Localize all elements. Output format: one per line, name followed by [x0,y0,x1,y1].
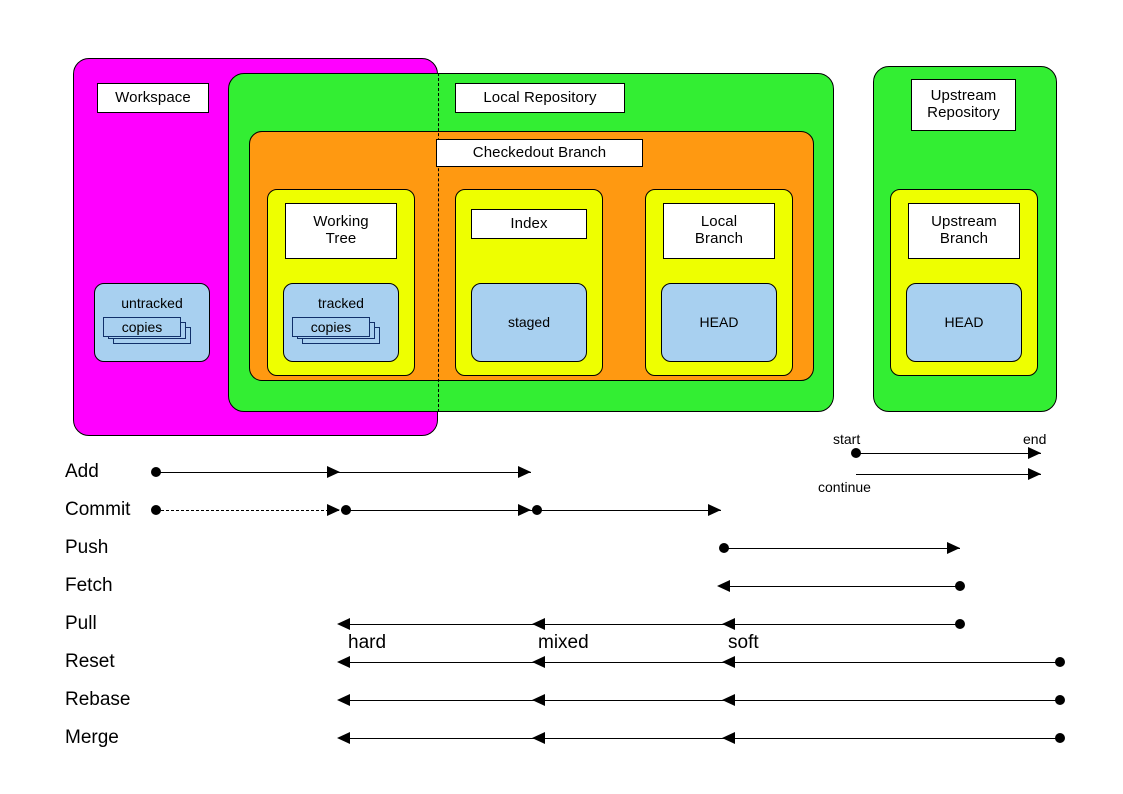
add-line [156,472,531,473]
commit-dashed-line [156,510,344,511]
local-repository-title-plate: Local Repository [455,83,625,113]
pull-start-dot [955,619,965,629]
pull-line [344,624,960,625]
workspace-repository-divider [438,73,439,412]
staged-label: staged [507,314,551,330]
rebase-start-dot [1055,695,1065,705]
rebase-line [344,700,1060,701]
reset-mode-soft-label: soft [728,632,759,653]
index-title-plate: Index [471,209,587,239]
command-label-rebase: Rebase [65,689,131,710]
untracked-label: untracked [121,295,183,311]
fetch-start-dot [955,581,965,591]
reset-line [344,662,1060,663]
legend-continue-arrowhead [1028,468,1041,480]
reset-mode-mixed-label: mixed [538,632,589,653]
legend-continue-label: continue [818,479,871,495]
command-label-add: Add [65,461,99,482]
checkedout-branch-title-plate: Checkedout Branch [436,139,643,167]
command-label-commit: Commit [65,499,131,520]
command-label-reset: Reset [65,651,115,672]
add-arrowhead-mid [327,466,340,478]
legend-start-line [856,453,1041,454]
command-label-fetch: Fetch [65,575,113,596]
tracked-copies-label: copies [310,319,352,335]
command-label-push: Push [65,537,109,558]
fetch-line [724,586,960,587]
legend-continue-line [856,474,1041,475]
untracked-copies-sheet-front: copies [103,317,181,337]
head-local-label: HEAD [699,314,739,330]
push-line [724,548,960,549]
merge-start-dot [1055,733,1065,743]
tracked-label: tracked [318,295,364,311]
untracked-copies-label: copies [121,319,163,335]
upstream-repository-title-plate: Upstream Repository [911,79,1016,131]
head-upstream-label: HEAD [944,314,984,330]
reset-mode-hard-label: hard [348,632,387,653]
commit-mid-dot-2 [532,505,542,515]
reset-start-dot [1055,657,1065,667]
local-branch-title-plate: Local Branch [663,203,775,259]
merge-line [344,738,1060,739]
add-arrowhead-end [518,466,531,478]
upstream-branch-title-plate: Upstream Branch [908,203,1020,259]
commit-arrowhead-second [518,504,531,516]
commit-arrowhead-first [327,504,340,516]
working-tree-title-plate: Working Tree [285,203,397,259]
diagram-canvas: copies copies untracked tracked staged H… [0,0,1123,794]
legend-start-label: start [833,431,861,447]
command-label-merge: Merge [65,727,119,748]
commit-arrowhead-end [708,504,721,516]
push-arrowhead-end [947,542,960,554]
command-label-pull: Pull [65,613,97,634]
tracked-copies-sheet-front: copies [292,317,370,337]
legend-end-arrowhead [1028,447,1041,459]
workspace-title-plate: Workspace [97,83,209,113]
legend-end-label: end [1023,431,1047,447]
